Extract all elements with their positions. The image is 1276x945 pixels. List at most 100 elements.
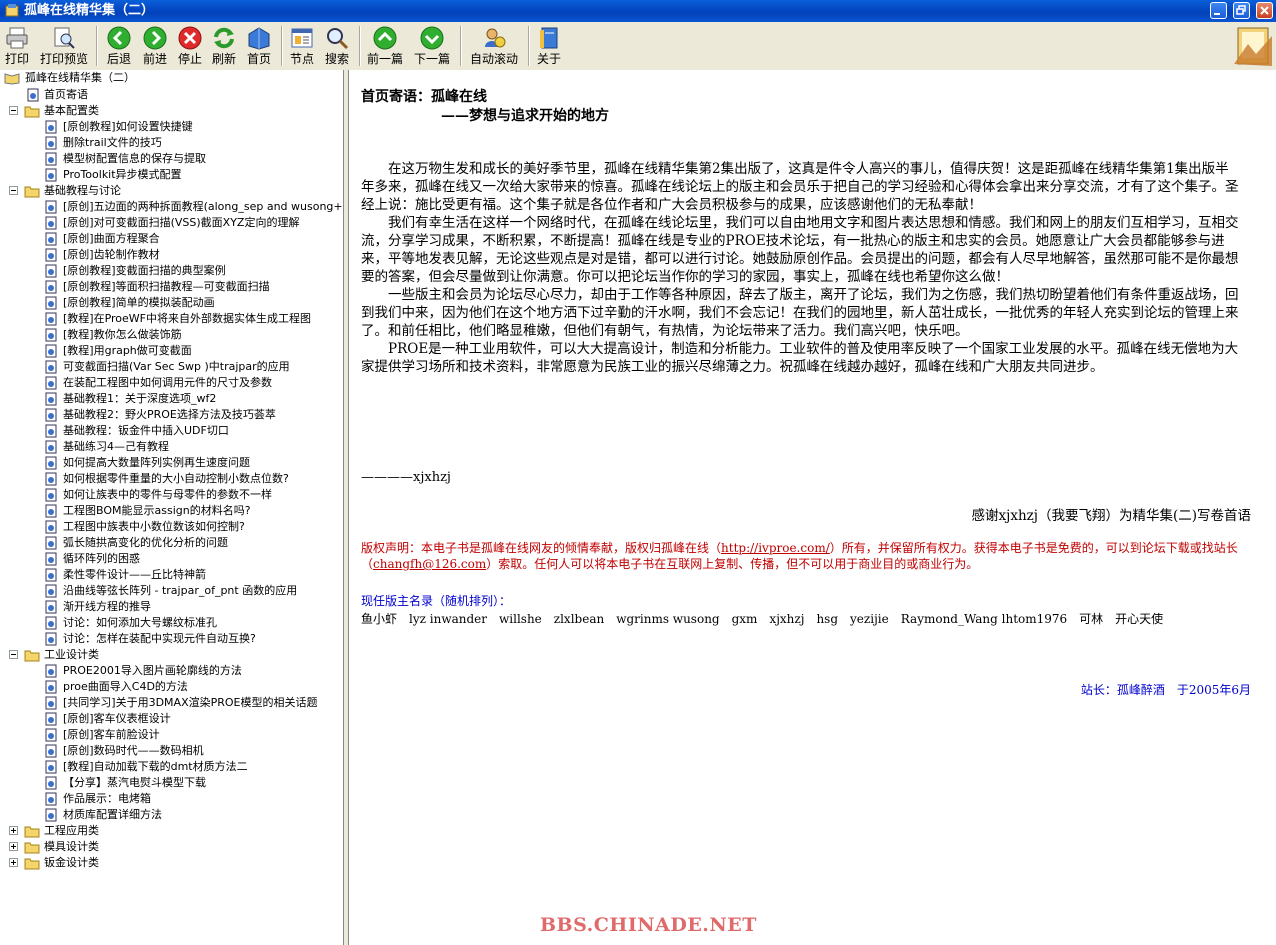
node-button[interactable]: 节点 [287,25,317,69]
tree-item-label: 基础练习4—己有教程 [63,440,169,453]
document-page-icon [45,168,57,182]
tree-item[interactable]: 沿曲线等弦长阵列 - trajpar_of_pnt 函数的应用 [0,583,343,599]
tree-item[interactable]: [共同学习]关于用3DMAX渲染PROE模型的相关话题 [0,695,343,711]
tree-item-label: [原创教程]简单的模拟装配动画 [63,296,215,309]
minimize-button[interactable] [1210,2,1228,19]
tree-item[interactable]: 模型树配置信息的保存与提取 [0,151,343,167]
collapse-toggle-icon[interactable] [9,106,18,115]
tree-item[interactable]: 如何根据零件重量的大小自动控制小数点位数? [0,471,343,487]
previous-article-button[interactable]: 前一篇 [365,25,405,69]
document-page-icon [45,568,57,582]
tree-item[interactable]: [原创]五边面的两种拆面教程(along_sep and wusong+2 [0,199,343,215]
document-page-icon [45,312,57,326]
tree-item[interactable]: [原创教程]如何设置快捷键 [0,119,343,135]
node-icon [291,28,313,48]
tree-item[interactable]: [教程]自动加载下载的dmt材质方法二 [0,759,343,775]
tree-item[interactable]: 基础教程2：野火PROE选择方法及技巧荟萃 [0,407,343,423]
tree-item[interactable]: 如何让族表中的零件与母零件的参数不一样 [0,487,343,503]
tree-item[interactable]: 讨论：如何添加大号螺纹标准孔 [0,615,343,631]
tree-item[interactable]: 渐开线方程的推导 [0,599,343,615]
tree-group-label: 基础教程与讨论 [44,184,121,197]
tree-root[interactable]: 孤峰在线精华集（二） [0,70,343,86]
tree-item[interactable]: [原创]客车仪表框设计 [0,711,343,727]
close-button[interactable] [1256,2,1273,19]
auto-scroll-button[interactable]: 自动滚动 [467,25,521,69]
tree-group[interactable]: 钣金设计类 [0,855,343,871]
refresh-button[interactable]: 刷新 [209,25,239,69]
tree-item-label: 讨论：如何添加大号螺纹标准孔 [63,616,217,629]
document-page-icon [45,632,57,646]
tree-item[interactable]: [原创教程]变截面扫描的典型案例 [0,263,343,279]
forward-button[interactable]: 前进 [140,25,170,69]
tree-item[interactable]: [原创]曲面方程聚合 [0,231,343,247]
print-button[interactable]: 打印 [2,25,32,69]
content-pane: 首页寄语：孤峰在线 ——梦想与追求开始的地方 在这万物生发和成长的美好季节里，孤… [348,70,1276,945]
collapse-toggle-icon[interactable] [9,186,18,195]
search-button[interactable]: 搜索 [322,25,352,69]
tree-item[interactable]: [教程]用graph做可变截面 [0,343,343,359]
forum-link[interactable]: http://ivproe.com/ [721,541,830,555]
tree-group[interactable]: 基础教程与讨论 [0,183,343,199]
expand-toggle-icon[interactable] [9,842,18,851]
document-page-icon [45,232,57,246]
stop-button[interactable]: 停止 [175,25,205,69]
tree-item[interactable]: 基础教程1：关于深度选项_wf2 [0,391,343,407]
refresh-icon [214,27,234,49]
auto-scroll-icon [485,28,506,48]
tree-item[interactable]: 材质库配置详细方法 [0,807,343,823]
tree-item-label: 弧长随拱高变化的优化分析的问题 [63,536,228,549]
thanks-note: 感谢xjxhzj（我要飞翔）为精华集(二)写卷首语 [971,508,1251,524]
tree-item[interactable]: 讨论：怎样在装配中实现元件自动互换? [0,631,343,647]
tree-item[interactable]: 可变截面扫描(Var Sec Swp )中trajpar的应用 [0,359,343,375]
collapse-toggle-icon[interactable] [9,650,18,659]
document-page-icon [45,664,57,678]
email-link[interactable]: changfh@126.com [373,557,486,571]
tree-group[interactable]: 工业设计类 [0,647,343,663]
tree-item[interactable]: 弧长随拱高变化的优化分析的问题 [0,535,343,551]
moderators-title: 现任版主名录（随机排列）： [361,594,512,608]
tree-item[interactable]: [原创教程]简单的模拟装配动画 [0,295,343,311]
tree-item-home[interactable]: 首页寄语 [0,87,343,103]
tree-item[interactable]: [原创]客车前脸设计 [0,727,343,743]
back-button[interactable]: 后退 [104,25,134,69]
tree-item[interactable]: 基础教程：钣金件中插入UDF切口 [0,423,343,439]
tree-item[interactable]: 基础练习4—己有教程 [0,439,343,455]
home-button[interactable]: 首页 [244,25,274,69]
tree-item[interactable]: [原创]数码时代——数码相机 [0,743,343,759]
tree-group[interactable]: 工程应用类 [0,823,343,839]
tree-item[interactable]: [原创]对可变截面扫描(VSS)截面XYZ定向的理解 [0,215,343,231]
tree-item[interactable]: PROE2001导入图片画轮廓线的方法 [0,663,343,679]
tree-item[interactable]: proe曲面导入C4D的方法 [0,679,343,695]
print-preview-button[interactable]: 打印预览 [38,25,90,69]
tree-item[interactable]: [原创]齿轮制作教材 [0,247,343,263]
tree-item[interactable]: 柔性零件设计——丘比特神箭 [0,567,343,583]
expand-toggle-icon[interactable] [9,858,18,867]
tree-item[interactable]: 【分享】蒸汽电熨斗模型下载 [0,775,343,791]
tree-item[interactable]: [原创教程]等面积扫描教程—可变截面扫描 [0,279,343,295]
tree-item[interactable]: ProToolkit异步模式配置 [0,167,343,183]
document-page-icon [45,456,57,470]
tree-item[interactable]: 循环阵列的困惑 [0,551,343,567]
tree-pane[interactable]: 孤峰在线精华集（二） 首页寄语 基本配置类 [原创教程]如何设置快捷键 删除trail文… [0,70,344,945]
tree-item[interactable]: [教程]教你怎么做装饰筋 [0,327,343,343]
tree-item[interactable]: 工程图中族表中小数位数该如何控制? [0,519,343,535]
tree-item[interactable]: 如何提高大数量阵列实例再生速度问题 [0,455,343,471]
tree-item-label: 模型树配置信息的保存与提取 [63,152,206,165]
title-bar: 孤峰在线精华集（二） [0,0,1276,22]
document-page-icon [45,424,57,438]
restore-button[interactable] [1233,2,1251,19]
about-button[interactable]: 关于 [534,25,564,69]
tree-group[interactable]: 基本配置类 [0,103,343,119]
admin-note: 站长：孤峰醉酒 于2005年6月 [1080,683,1251,697]
tree-item[interactable]: 作品展示：电烤箱 [0,791,343,807]
tree-item[interactable]: 在装配工程图中如何调用元件的尺寸及参数 [0,375,343,391]
document-page-icon [45,776,57,790]
tree-item-label: [原创]数码时代——数码相机 [63,744,204,757]
tree-item[interactable]: [教程]在ProeWF中将来自外部数据实体生成工程图 [0,311,343,327]
tree-item[interactable]: 删除trail文件的技巧 [0,135,343,151]
tree-group[interactable]: 模具设计类 [0,839,343,855]
tree-item[interactable]: 工程图BOM能显示assign的材料名吗? [0,503,343,519]
expand-toggle-icon[interactable] [9,826,18,835]
next-article-button[interactable]: 下一篇 [412,25,452,69]
document-page-icon [45,440,57,454]
